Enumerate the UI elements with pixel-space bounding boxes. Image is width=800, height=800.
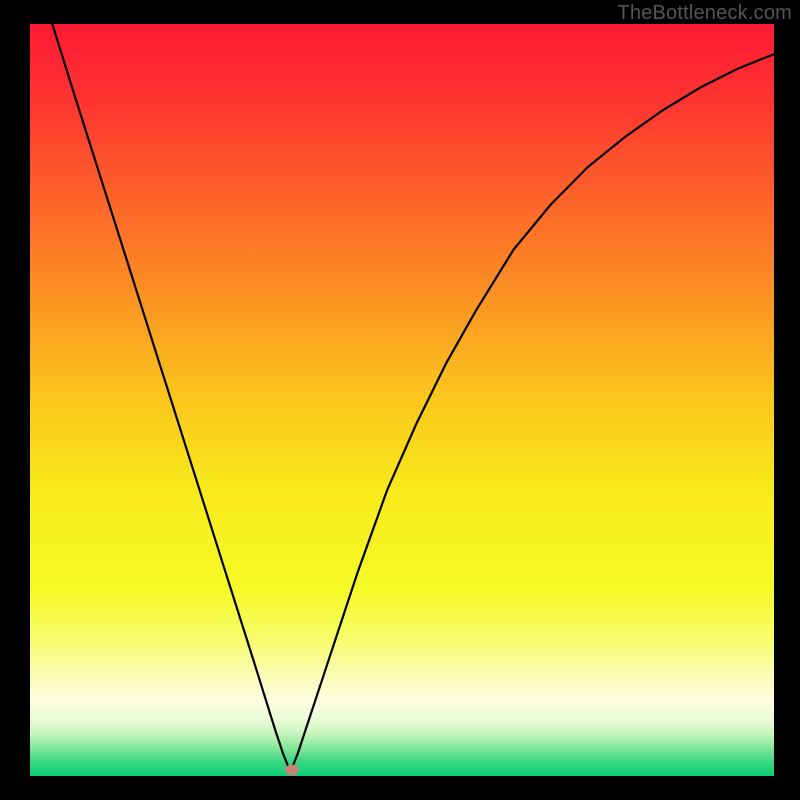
watermark-text: TheBottleneck.com: [617, 2, 792, 25]
bottleneck-chart: [0, 0, 800, 800]
optimum-marker: [285, 764, 299, 775]
plot-background: [30, 24, 774, 776]
chart-frame: TheBottleneck.com: [0, 0, 800, 800]
